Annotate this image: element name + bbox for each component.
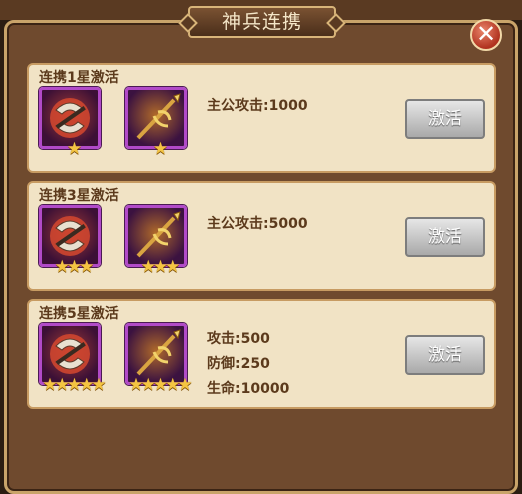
stat-defense: 防御:250 xyxy=(207,356,270,372)
star-rating: ★ xyxy=(66,139,82,159)
stat-bonus: 主公攻击:1000 xyxy=(207,98,308,114)
close-icon: ✕ xyxy=(475,20,497,48)
stat-health: 生命:10000 xyxy=(207,381,290,397)
golden-spear-icon xyxy=(136,93,181,140)
activate-button[interactable]: 激活 xyxy=(405,99,485,139)
tier-title: 连携3星激活 xyxy=(39,188,119,204)
tier-title: 连携1星激活 xyxy=(39,70,119,86)
weapon-slot-spear[interactable]: ★ xyxy=(125,87,187,158)
star-rating: ★★★★★ xyxy=(128,375,192,395)
tier-title: 连携5星激活 xyxy=(39,306,119,322)
star-rating: ★ xyxy=(152,139,168,159)
weapon-slot-axe[interactable]: ★★★★★ xyxy=(39,323,107,394)
weapon-slot-spear[interactable]: ★★★★★ xyxy=(125,323,193,394)
golden-spear-icon xyxy=(136,211,181,258)
weapon-slot-axe[interactable]: ★★★ xyxy=(39,205,101,276)
dialog-title: 神兵连携 xyxy=(188,6,336,38)
battle-axe-icon xyxy=(50,334,90,374)
weapon-slot-spear[interactable]: ★★★ xyxy=(125,205,187,276)
activate-button[interactable]: 激活 xyxy=(405,217,485,257)
stat-bonus: 主公攻击:5000 xyxy=(207,216,308,232)
stat-attack: 攻击:500 xyxy=(207,331,270,347)
battle-axe-icon xyxy=(50,98,90,138)
tier-card-5: 连携5星激活 ★★★★★ ★★★★★ 攻击:500 防御:250 生命:1000… xyxy=(27,299,496,409)
golden-spear-icon xyxy=(136,329,181,376)
battle-axe-icon xyxy=(50,216,90,256)
weapon-slot-axe[interactable]: ★ xyxy=(39,87,101,158)
star-rating: ★★★ xyxy=(140,257,181,277)
star-rating: ★★★★★ xyxy=(42,375,106,395)
tier-card-3: 连携3星激活 ★★★ ★★★ 主公攻击:5000 激活 xyxy=(27,181,496,291)
tier-card-1: 连携1星激活 ★ ★ 主公攻击:1000 激活 xyxy=(27,63,496,173)
star-rating: ★★★ xyxy=(54,257,95,277)
close-button[interactable]: ✕ xyxy=(470,19,502,51)
activate-button[interactable]: 激活 xyxy=(405,335,485,375)
